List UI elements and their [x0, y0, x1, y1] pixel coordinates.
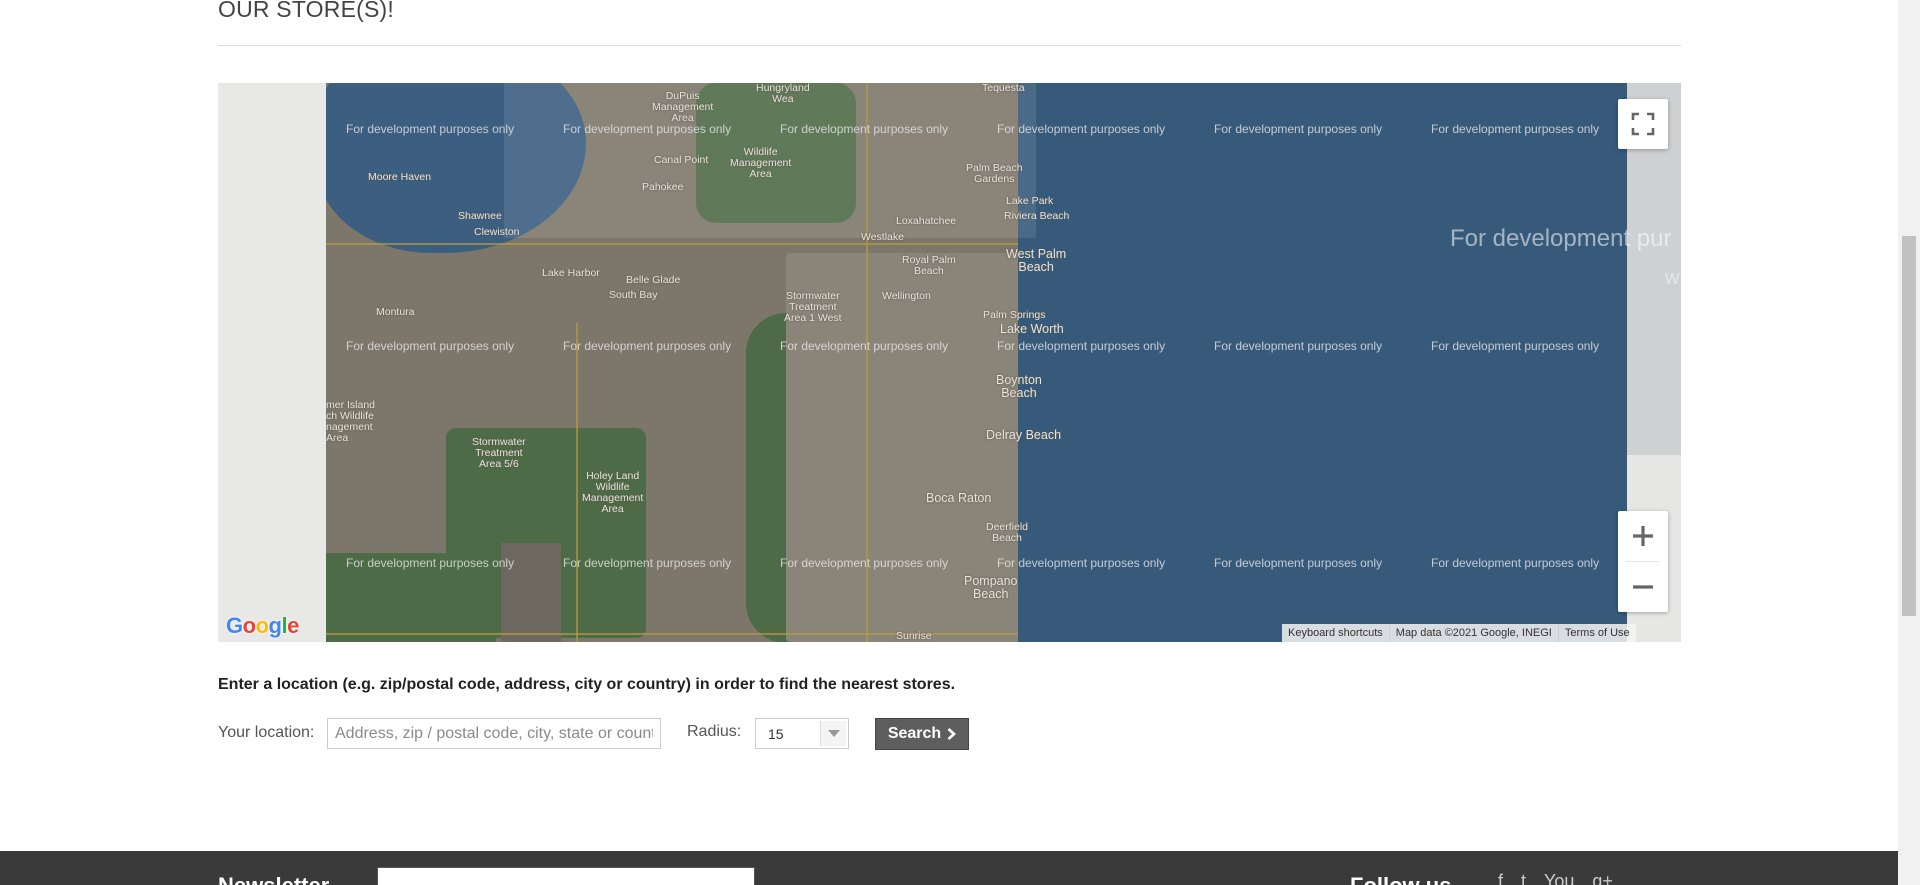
place-label: Canal Point [654, 154, 709, 166]
location-label: Your location: [218, 724, 315, 741]
google-logo[interactable]: Google [226, 613, 299, 639]
dev-watermark-large-2: w [1665, 267, 1680, 289]
location-input[interactable] [327, 718, 661, 749]
plus-icon [1633, 526, 1653, 546]
search-button-label: Search [887, 725, 942, 742]
radius-value: 15 [768, 726, 784, 742]
dev-watermark: For development purposes only [346, 122, 515, 136]
dev-watermark: For development purposes only [1214, 122, 1383, 136]
place-label: Stormwater Treatment Area 5/6 [472, 436, 526, 470]
page-title: OUR STORE(S)! [218, 0, 394, 22]
google-logo-letter: o [255, 613, 269, 638]
search-button[interactable]: Search [875, 718, 969, 750]
place-label: Lake Harbor [542, 267, 600, 279]
place-label: Holey Land Wildlife Management Area [582, 470, 644, 515]
dev-watermark-large: For development pur [1450, 225, 1672, 252]
scrollbar-thumb[interactable] [1902, 236, 1916, 616]
dev-watermark: For development purposes only [563, 556, 732, 570]
radius-label: Radius: [687, 723, 742, 740]
title-divider [218, 45, 1681, 46]
dev-watermark: For development purposes only [563, 122, 732, 136]
fullscreen-button[interactable] [1618, 99, 1668, 149]
dev-watermark: For development purposes only [780, 556, 949, 570]
place-label: Clewiston [474, 226, 520, 238]
place-label: Lake Park [1006, 195, 1054, 207]
google-logo-letter: g [268, 613, 282, 638]
site-footer: Newsletter Follow us f t You g+ [0, 851, 1898, 885]
zoom-control [1618, 511, 1668, 612]
map-attribution: Keyboard shortcuts Map data ©2021 Google… [1282, 624, 1636, 642]
place-label: Palm Springs [983, 309, 1046, 321]
place-label: Westlake [861, 231, 904, 243]
place-label: Delray Beach [986, 428, 1062, 442]
dev-watermark: For development purposes only [1431, 339, 1600, 353]
place-label: Wellington [882, 290, 931, 302]
dev-watermark: For development purposes only [997, 556, 1166, 570]
place-label: Stormwater Treatment Area 1 West [784, 290, 842, 324]
dev-watermark: For development purposes only [1214, 339, 1383, 353]
dev-watermark: For development purposes only [346, 339, 515, 353]
dev-watermark: For development purposes only [563, 339, 732, 353]
newsletter-email-input[interactable] [377, 867, 755, 885]
map-blank-tile [218, 83, 326, 642]
google-plus-icon[interactable]: g+ [1592, 871, 1613, 885]
place-label: Loxahatchee [896, 215, 957, 227]
google-logo-letter: o [242, 613, 256, 638]
place-label: DuPuis Management Area [652, 90, 714, 124]
facebook-icon[interactable]: f [1498, 871, 1503, 885]
place-label: Sunrise [896, 630, 932, 642]
place-label: Belle Glade [626, 274, 681, 286]
zoom-in-button[interactable] [1618, 511, 1668, 561]
place-label: mer Island ch Wildlife nagement Area [326, 399, 376, 444]
place-label: Lake Worth [1000, 322, 1064, 336]
chevron-right-icon [947, 728, 957, 740]
dev-watermark: For development purposes only [346, 556, 515, 570]
google-logo-letter: e [287, 613, 299, 638]
store-map[interactable]: DuPuis Management Area Hungryland Wea Teque… [218, 83, 1681, 642]
place-label: Moore Haven [368, 171, 432, 183]
map-data-attribution: Map data ©2021 Google, INEGI [1388, 624, 1558, 642]
road [326, 243, 1018, 245]
place-label: Pompano Beach [964, 574, 1018, 601]
place-label: Shawnee [458, 210, 502, 222]
dev-watermark: For development purposes only [1214, 556, 1383, 570]
place-label: West Palm Beach [1006, 247, 1067, 274]
dev-watermark: For development purposes only [1431, 556, 1600, 570]
chevron-down-icon [820, 721, 846, 746]
place-label: South Bay [609, 289, 658, 301]
place-label: Royal Palm Beach [902, 254, 956, 277]
dev-watermark: For development purposes only [780, 122, 949, 136]
youtube-icon[interactable]: You [1544, 871, 1574, 885]
keyboard-shortcuts-link[interactable]: Keyboard shortcuts [1282, 624, 1389, 642]
page-scrollbar[interactable] [1898, 0, 1920, 885]
place-label: Boynton Beach [996, 373, 1042, 400]
terms-of-use-link[interactable]: Terms of Use [1557, 624, 1636, 642]
map-tiles[interactable]: DuPuis Management Area Hungryland Wea Teque… [326, 83, 1627, 642]
place-label: Boca Raton [926, 491, 992, 505]
place-label: Deerfield Beach [986, 521, 1029, 544]
minus-icon [1633, 585, 1653, 589]
newsletter-title: Newsletter [218, 873, 329, 885]
search-instructions: Enter a location (e.g. zip/postal code, … [218, 676, 956, 693]
place-label: Riviera Beach [1004, 210, 1070, 222]
follow-us-title: Follow us [1350, 873, 1451, 885]
dev-watermark: For development purposes only [997, 339, 1166, 353]
twitter-icon[interactable]: t [1521, 871, 1526, 885]
dev-watermark: For development purposes only [780, 339, 949, 353]
place-label: Hungryland Wea [756, 83, 810, 105]
place-label: Wildlife Management Area [730, 146, 792, 180]
place-label: Pahokee [642, 181, 684, 193]
road [576, 323, 578, 642]
dev-watermark: For development purposes only [1431, 122, 1600, 136]
place-label: Montura [376, 306, 415, 318]
dev-watermark: For development purposes only [997, 122, 1166, 136]
radius-select[interactable]: 15 [755, 718, 849, 749]
google-logo-letter: G [226, 613, 243, 638]
social-icons: f t You g+ [1498, 871, 1613, 885]
place-label: Palm Beach Gardens [966, 162, 1023, 185]
zoom-out-button[interactable] [1618, 562, 1668, 612]
fullscreen-icon [1631, 112, 1655, 136]
place-label: Tequesta [982, 83, 1025, 94]
